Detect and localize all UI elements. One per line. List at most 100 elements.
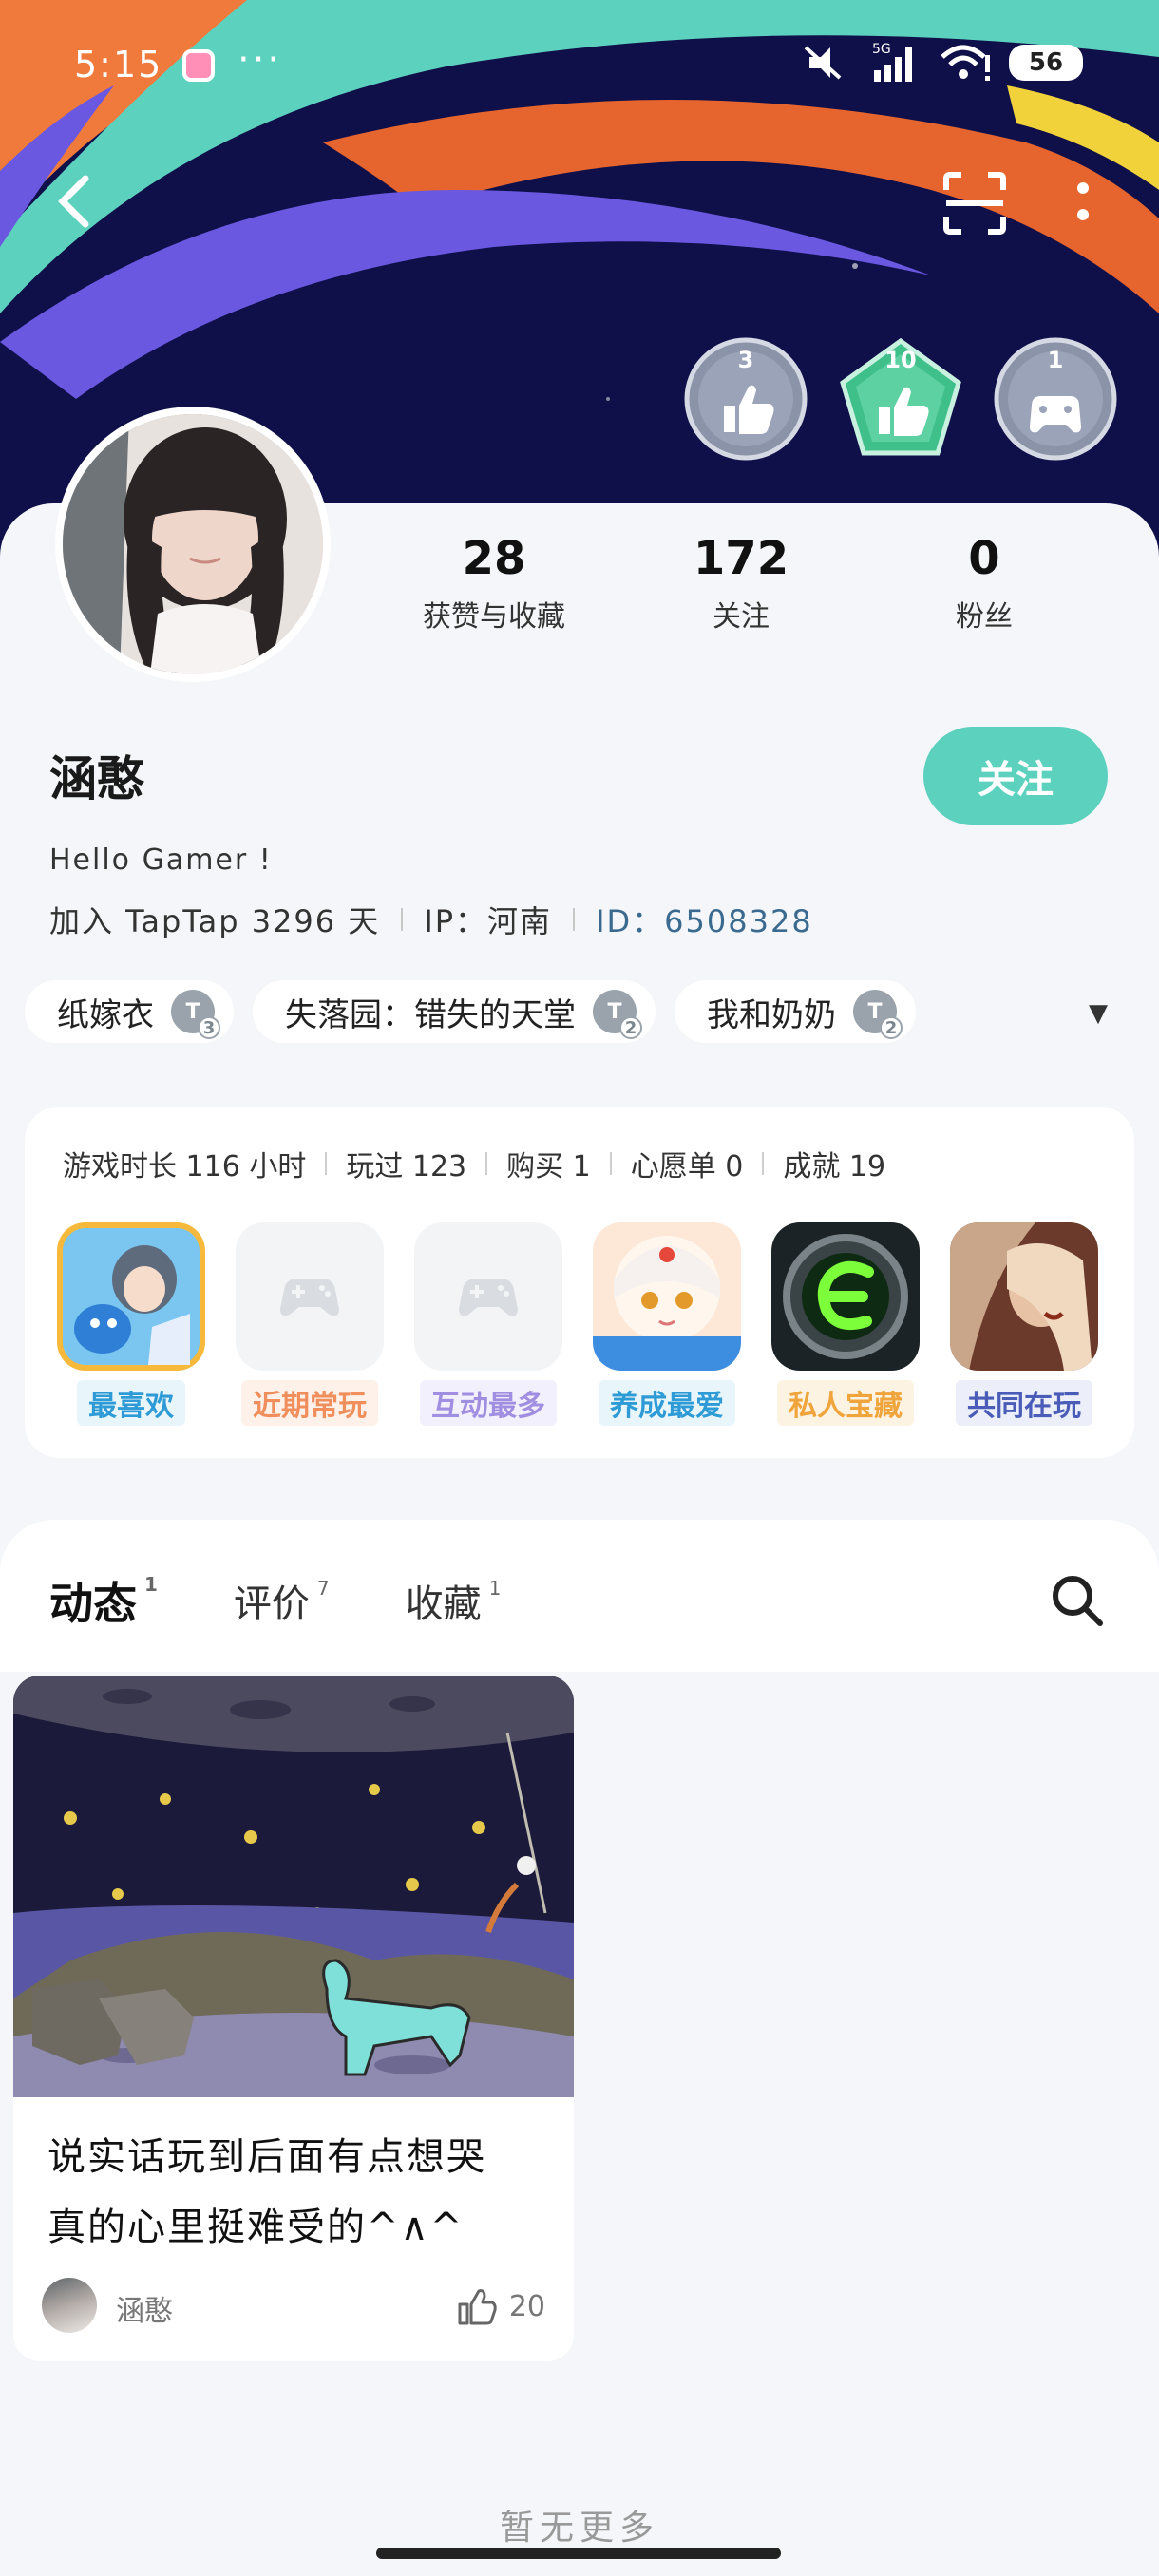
stat-followers[interactable]: 0 粉丝 (880, 532, 1089, 635)
level-badge-icon: T3 (171, 990, 220, 1039)
level-number: 3 (198, 1016, 220, 1039)
user-id-label: ID： (596, 903, 665, 939)
tab-reviews[interactable]: 评价 7 (234, 1573, 330, 1628)
level-badge-icon: T2 (853, 990, 902, 1039)
stat-value: 172 (693, 532, 789, 585)
divider (609, 1152, 612, 1175)
mute-vibrate-icon (804, 46, 842, 80)
follow-button[interactable]: 关注 (923, 727, 1108, 825)
wishlist-count[interactable]: 心愿单 0 (631, 1143, 744, 1184)
like-count: 20 (508, 2289, 545, 2323)
expand-tags-button[interactable]: ▼ (1089, 999, 1108, 1028)
user-id[interactable]: ID：6508328 (596, 898, 813, 941)
game-tag-name: 纸嫁衣 (57, 995, 154, 1034)
game-icon (593, 1222, 741, 1371)
game-label: 共同在玩 (956, 1380, 1092, 1426)
badge-count: 3 (737, 347, 754, 373)
game-icon (950, 1222, 1098, 1371)
post-text-line: 真的心里挺难受的^∧^ (48, 2206, 465, 2249)
wifi-icon (940, 45, 990, 81)
game-icon (236, 1222, 384, 1371)
post-text: 说实话玩到后面有点想哭 真的心里挺难受的^∧^ (48, 2122, 542, 2263)
divider (325, 1152, 328, 1175)
purchased-count[interactable]: 购买 1 (506, 1143, 591, 1184)
signal-icon: 5G (872, 42, 912, 82)
stat-likes[interactable]: 28 获赞与收藏 (390, 532, 598, 635)
game-icon (57, 1222, 205, 1371)
achievement-badge-1[interactable]: 3 (684, 337, 808, 461)
game-treasure[interactable]: 私人宝藏 (771, 1222, 920, 1426)
profile-bio: Hello Gamer ! (49, 843, 273, 877)
game-recent[interactable]: 近期常玩 (236, 1222, 384, 1426)
avatar-image (63, 414, 323, 674)
badge-count: 10 (884, 347, 917, 373)
stat-label: 粉丝 (956, 600, 1013, 634)
tab-collections[interactable]: 收藏 1 (406, 1573, 502, 1628)
scan-icon (943, 172, 1006, 235)
divider (401, 908, 404, 931)
game-tag-name: 我和奶奶 (707, 995, 836, 1034)
game-together[interactable]: 共同在玩 (950, 1222, 1098, 1426)
game-label: 最喜欢 (77, 1380, 185, 1426)
profile-name: 涵憨 (49, 751, 144, 806)
game-icon (414, 1222, 562, 1371)
tab-count: 1 (144, 1573, 158, 1596)
post-card[interactable]: 说实话玩到后面有点想哭 真的心里挺难受的^∧^ 涵憨 20 (13, 1676, 574, 2361)
content-tabs: 动态 1 评价 7 收藏 1 (49, 1569, 502, 1645)
game-label: 互动最多 (420, 1380, 557, 1426)
game-interactive[interactable]: 互动最多 (414, 1222, 562, 1426)
profile-page: 5:15 ··· 5G 56 3 10 1 28 获赞与收藏 172 关注 0 … (0, 0, 1159, 2576)
post-author-name[interactable]: 涵憨 (116, 2287, 173, 2329)
game-tag[interactable]: 我和奶奶 T2 (674, 980, 916, 1043)
search-button[interactable] (1049, 1572, 1106, 1629)
more-vertical-icon (1077, 182, 1089, 220)
game-label: 近期常玩 (241, 1380, 378, 1426)
joined-days: 加入 TapTap 3296 天 (49, 903, 381, 939)
game-tag-name: 失落园：错失的天堂 (285, 995, 576, 1034)
network-type: 5G (872, 42, 891, 57)
scan-button[interactable] (942, 171, 1007, 246)
battery-indicator: 56 (1009, 45, 1083, 81)
level-number: 2 (880, 1016, 902, 1039)
stat-label: 获赞与收藏 (423, 600, 565, 634)
game-tags: 纸嫁衣 T3 失落园：错失的天堂 T2 我和奶奶 T2 (25, 980, 916, 1043)
tab-label: 评价 (233, 1582, 310, 1626)
game-stats-row: 游戏时长 116 小时 玩过 123 购买 1 心愿单 0 成就 19 (63, 1143, 885, 1184)
post-footer: 涵憨 20 (42, 2278, 545, 2335)
game-icon (771, 1222, 920, 1371)
game-showcase: 最喜欢 近期常玩 互动最多 养成最爱 私人宝藏 共同在玩 (57, 1222, 1098, 1426)
game-nurture[interactable]: 养成最爱 (593, 1222, 741, 1426)
stat-following[interactable]: 172 关注 (636, 532, 846, 635)
thumbs-up-icon (458, 2289, 497, 2325)
status-time: 5:15 (74, 44, 163, 85)
post-image (13, 1676, 574, 2097)
played-count[interactable]: 玩过 123 (346, 1143, 466, 1184)
level-number: 2 (619, 1016, 642, 1039)
divider (573, 908, 576, 931)
tab-posts[interactable]: 动态 1 (49, 1569, 158, 1645)
play-time[interactable]: 游戏时长 116 小时 (63, 1143, 306, 1184)
home-indicator[interactable] (376, 2548, 781, 2559)
game-tag[interactable]: 失落园：错失的天堂 T2 (253, 980, 656, 1043)
stat-value: 28 (462, 532, 526, 585)
stat-value: 0 (968, 532, 1000, 585)
level-badge-icon: T2 (593, 990, 642, 1039)
achievement-badge-3[interactable]: 1 (994, 337, 1117, 461)
game-stats-card: 游戏时长 116 小时 玩过 123 购买 1 心愿单 0 成就 19 最喜欢 … (25, 1107, 1134, 1458)
game-tag[interactable]: 纸嫁衣 T3 (25, 980, 234, 1043)
status-bar: 5:15 ··· 5G 56 (0, 0, 1159, 133)
achievement-badge-2[interactable]: 10 (839, 337, 962, 461)
chevron-left-icon (58, 175, 89, 228)
stat-label: 关注 (712, 600, 770, 634)
tab-count: 7 (316, 1577, 330, 1600)
like-button[interactable]: 20 (456, 2285, 545, 2327)
post-author-avatar[interactable] (42, 2278, 97, 2333)
avatar[interactable] (55, 407, 331, 682)
achievement-count[interactable]: 成就 19 (783, 1143, 885, 1184)
badge-count: 1 (1047, 347, 1064, 373)
back-button[interactable] (53, 171, 95, 242)
divider (485, 1152, 488, 1175)
game-label: 养成最爱 (598, 1380, 735, 1426)
game-favorite[interactable]: 最喜欢 (57, 1222, 205, 1426)
more-options-button[interactable] (1072, 171, 1094, 246)
